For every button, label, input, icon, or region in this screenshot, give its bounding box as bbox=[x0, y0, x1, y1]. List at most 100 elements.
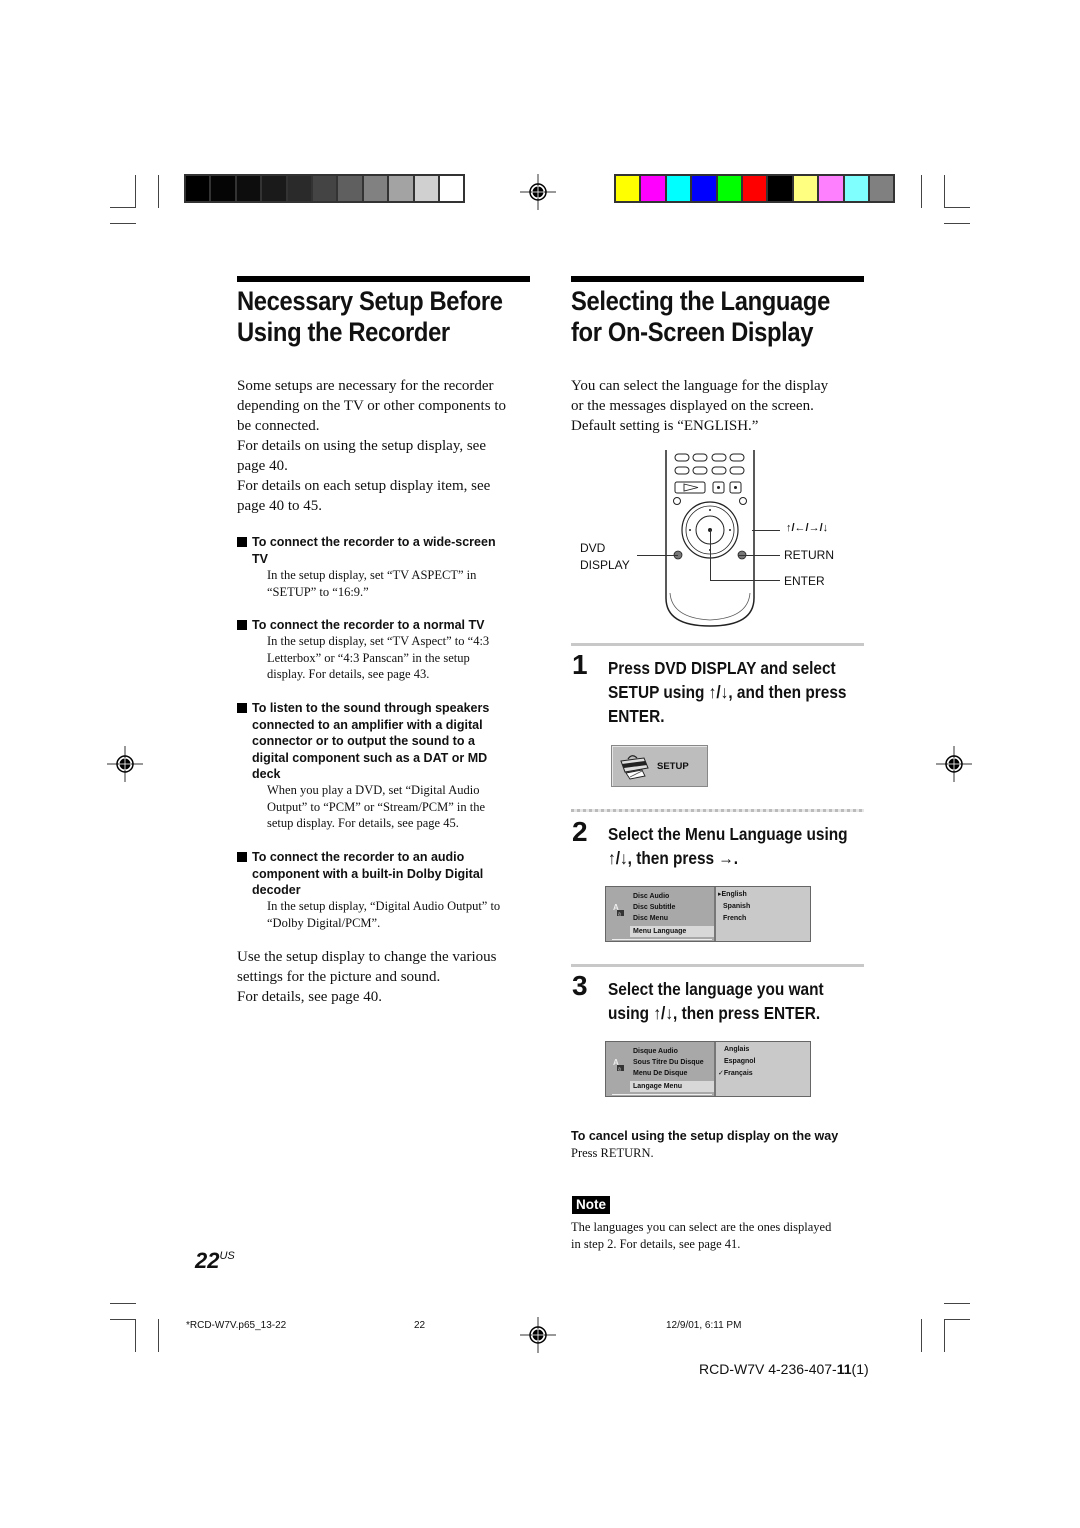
step-divider bbox=[571, 964, 864, 967]
color-swatch bbox=[641, 176, 665, 201]
color-swatch bbox=[692, 176, 716, 201]
text-line: display. For details, see page 43. bbox=[267, 667, 430, 681]
text-line: in step 2. For details, see page 41. bbox=[571, 1237, 741, 1251]
color-swatch bbox=[793, 176, 818, 201]
osd-option: ▸English bbox=[718, 891, 747, 898]
text-line: For details on using the setup display, … bbox=[237, 438, 486, 454]
text-line: Use the setup display to change the vari… bbox=[237, 949, 497, 965]
crop-mark bbox=[110, 1319, 136, 1320]
step-instruction: Select the language you want using ↑/↓, … bbox=[608, 977, 824, 1025]
crop-mark bbox=[158, 1319, 159, 1352]
setup-label: SETUP bbox=[657, 761, 689, 772]
text-line: be connected. bbox=[237, 418, 320, 434]
section-body: When you play a DVD, set “Digital Audio … bbox=[267, 782, 537, 832]
crop-mark bbox=[944, 1319, 945, 1352]
crop-mark bbox=[135, 1319, 136, 1352]
registration-mark-icon bbox=[107, 746, 143, 782]
osd-menu-item: Disc Menu bbox=[633, 915, 669, 922]
section-heading: To connect the recorder to a wide-screen… bbox=[237, 534, 537, 567]
model-code-prefix: RCD-W7V 4-236-407- bbox=[699, 1361, 837, 1377]
osd-menu-item: Disc Audio bbox=[633, 893, 670, 900]
osd-menu-list: A a Disc Audio Disc Subtitle Disc Menu M… bbox=[606, 887, 716, 941]
note-badge: Note bbox=[572, 1196, 610, 1214]
bullet-square-icon bbox=[237, 620, 247, 630]
registration-mark-icon bbox=[936, 746, 972, 782]
osd-menu-item: Sous Titre Du Disque bbox=[633, 1059, 704, 1066]
section-heading: To connect the recorder to an audio comp… bbox=[237, 849, 537, 899]
text-line: When you play a DVD, set “Digital Audio bbox=[267, 783, 480, 797]
enter-label: ENTER bbox=[784, 574, 825, 588]
section-body: In the setup display, “Digital Audio Out… bbox=[267, 898, 542, 931]
crop-mark bbox=[944, 1319, 970, 1320]
cancel-heading: To cancel using the setup display on the… bbox=[571, 1129, 839, 1143]
text-line: connected to an amplifier with a digital bbox=[252, 717, 483, 732]
title-line: Selecting the Language bbox=[571, 286, 830, 316]
footer-file-name: *RCD-W7V.p65_13-22 bbox=[186, 1320, 287, 1331]
text-line: DISPLAY bbox=[580, 558, 630, 572]
note-text: The languages you can select are the one… bbox=[571, 1219, 831, 1253]
intro-paragraph: Some setups are necessary for the record… bbox=[237, 376, 537, 516]
process-color-bar bbox=[614, 174, 896, 203]
text-line: decoder bbox=[252, 883, 301, 897]
language-icon: A a bbox=[613, 903, 624, 918]
color-swatch bbox=[287, 176, 311, 201]
color-swatch bbox=[768, 176, 792, 201]
osd-menu-item: Disc Subtitle bbox=[633, 904, 676, 911]
color-swatch bbox=[742, 176, 767, 201]
text-line: connector or to output the sound to a bbox=[252, 734, 475, 748]
model-code-suffix: (1) bbox=[851, 1361, 869, 1377]
text-line: Output” to “PCM” or “Stream/PCM” in the bbox=[267, 799, 486, 814]
text-line: “Dolby Digital/PCM”. bbox=[267, 915, 381, 930]
crop-mark bbox=[944, 1303, 970, 1304]
page-number: 22US bbox=[195, 1243, 235, 1274]
crop-mark bbox=[110, 223, 136, 224]
text-line: Letterbox” or “4:3 Panscan” in the setup bbox=[267, 650, 470, 665]
crop-mark bbox=[921, 175, 922, 208]
color-swatch bbox=[211, 176, 235, 201]
callout-line bbox=[710, 580, 780, 581]
crop-mark bbox=[110, 207, 136, 208]
osd-menu-french: A a Disque Audio Sous Titre Du Disque Me… bbox=[605, 1041, 811, 1097]
section-heading: To connect the recorder to a normal TV bbox=[237, 617, 537, 634]
bullet-square-icon bbox=[237, 703, 247, 713]
text-line: component with a built-in Dolby Digital bbox=[252, 866, 484, 881]
step-divider bbox=[571, 809, 864, 812]
text-line: In the setup display, set “TV ASPECT” in bbox=[267, 568, 477, 582]
callout-line bbox=[738, 555, 780, 556]
osd-menu-item-selected: Menu Language bbox=[630, 926, 714, 937]
footer-page: 22 bbox=[414, 1320, 426, 1331]
text-line: Default setting is “ENGLISH.” bbox=[571, 418, 759, 434]
text-line: To connect the recorder to a normal TV bbox=[252, 618, 485, 632]
model-code-bold: 11 bbox=[836, 1361, 852, 1377]
osd-option: Espagnol bbox=[724, 1058, 756, 1065]
color-swatch bbox=[844, 176, 868, 201]
bullet-square-icon bbox=[237, 537, 247, 547]
cancel-body: Press RETURN. bbox=[571, 1146, 654, 1160]
text-line: For details, see page 40. bbox=[237, 989, 382, 1005]
color-swatch bbox=[312, 176, 337, 201]
text-line: Some setups are necessary for the record… bbox=[237, 378, 494, 394]
text-line: page 40. bbox=[237, 458, 288, 474]
text-line: Select the Menu Language using bbox=[608, 824, 848, 844]
text-line: TV bbox=[252, 551, 268, 566]
text-line: To listen to the sound through speakers bbox=[252, 701, 490, 715]
section-body: In the setup display, set “TV Aspect” to… bbox=[267, 633, 537, 683]
color-swatch bbox=[717, 176, 741, 201]
svg-text:a: a bbox=[618, 912, 621, 918]
color-swatch bbox=[338, 176, 362, 201]
crop-mark bbox=[158, 175, 159, 208]
step-instruction: Select the Menu Language using ↑/↓, then… bbox=[608, 822, 848, 870]
callout-line bbox=[637, 555, 678, 556]
arrow-keys-label: ↑/←/→/↓ bbox=[786, 522, 829, 534]
text-line: Select the language you want bbox=[608, 979, 824, 999]
crop-mark bbox=[944, 223, 970, 224]
color-swatch bbox=[414, 176, 438, 201]
text-line: or the messages displayed on the screen. bbox=[571, 398, 814, 414]
step-number: 2 bbox=[572, 816, 588, 847]
text-line: SETUP using ↑/↓, and then press bbox=[608, 682, 847, 702]
osd-divider bbox=[612, 939, 712, 940]
osd-selected-label: Menu Language bbox=[633, 928, 687, 935]
color-swatch bbox=[236, 176, 261, 201]
callout-line bbox=[710, 530, 711, 581]
step-divider bbox=[571, 643, 864, 646]
